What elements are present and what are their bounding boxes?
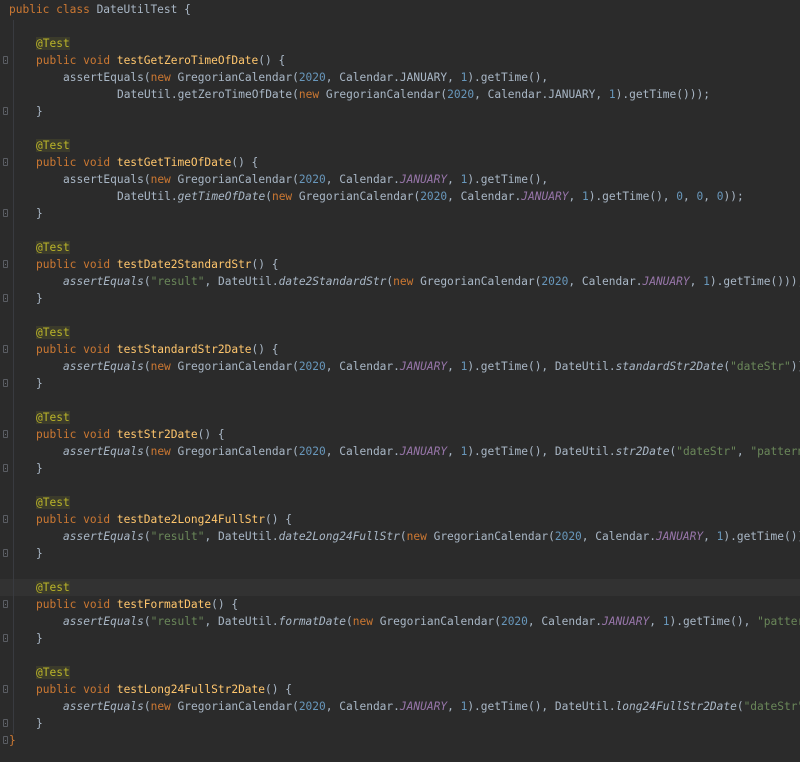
method-name: testFormatDate	[116, 598, 212, 611]
test-annotation: @Test	[36, 37, 70, 50]
method-closing-brace: }	[36, 547, 43, 560]
fold-end-icon[interactable]	[3, 107, 8, 115]
method-signature: public void testStr2Date() {	[36, 428, 225, 441]
class-keyword: public class	[9, 3, 97, 16]
method-modifiers: public void	[36, 343, 117, 356]
test-annotation: @Test	[36, 326, 70, 339]
method-signature: public void testDate2Long24FullStr() {	[36, 513, 292, 526]
fold-end-icon[interactable]	[3, 464, 8, 472]
method-name: testStr2Date	[116, 428, 198, 441]
method-name: testGetTimeOfDate	[116, 156, 232, 169]
annotation-line: @Test	[36, 324, 70, 341]
fold-end-icon[interactable]	[3, 379, 8, 387]
fold-method-icon[interactable]	[3, 685, 8, 693]
method-name: testDate2Long24FullStr	[116, 513, 266, 526]
method-closing-brace: }	[36, 462, 43, 475]
method-signature: public void testGetTimeOfDate() {	[36, 156, 259, 169]
method-name: testGetZeroTimeOfDate	[116, 54, 259, 67]
method-modifiers: public void	[36, 54, 117, 67]
annotation-line: @Test	[36, 664, 70, 681]
method-signature: public void testGetZeroTimeOfDate() {	[36, 54, 286, 67]
test-annotation: @Test	[36, 496, 70, 509]
method-closing-brace: }	[36, 632, 43, 645]
fold-method-icon[interactable]	[3, 345, 8, 353]
method-body-continuation: DateUtil.getTimeOfDate(new GregorianCale…	[117, 190, 744, 203]
indent-guide	[13, 20, 14, 734]
method-name: testStandardStr2Date	[116, 343, 252, 356]
method-modifiers: public void	[36, 513, 117, 526]
method-body-line: assertEquals(new GregorianCalendar(2020,…	[63, 173, 549, 186]
method-modifiers: public void	[36, 156, 117, 169]
annotation-line: @Test	[36, 409, 70, 426]
method-signature: public void testDate2StandardStr() {	[36, 258, 279, 271]
class-name: DateUtilTest	[96, 3, 178, 16]
method-name: testLong24FullStr2Date	[116, 683, 266, 696]
code-editor[interactable]: public class DateUtilTest { @Test public v…	[0, 0, 800, 762]
fold-end-icon[interactable]	[3, 719, 8, 727]
method-body-line: assertEquals(new GregorianCalendar(2020,…	[63, 700, 800, 713]
method-body-continuation: DateUtil.getZeroTimeOfDate(new Gregorian…	[117, 88, 710, 101]
annotation-line: @Test	[36, 494, 70, 511]
method-name: testDate2StandardStr	[116, 258, 252, 271]
test-annotation: @Test	[36, 411, 70, 424]
method-modifiers: public void	[36, 683, 117, 696]
fold-class-end-icon[interactable]	[3, 736, 8, 744]
fold-method-icon[interactable]	[3, 56, 8, 64]
method-body-line: assertEquals(new GregorianCalendar(2020,…	[63, 360, 800, 373]
editor-gutter	[0, 0, 12, 762]
test-annotation: @Test	[36, 241, 70, 254]
method-body-line: assertEquals(new GregorianCalendar(2020,…	[63, 445, 800, 458]
test-annotation: @Test	[36, 581, 70, 594]
method-modifiers: public void	[36, 428, 117, 441]
fold-method-icon[interactable]	[3, 158, 8, 166]
fold-method-icon[interactable]	[3, 260, 8, 268]
method-body-line: assertEquals("result", DateUtil.formatDa…	[63, 615, 800, 628]
method-closing-brace: }	[36, 105, 43, 118]
method-modifiers: public void	[36, 598, 117, 611]
method-body-line: assertEquals("result", DateUtil.date2Lon…	[63, 530, 800, 543]
fold-end-icon[interactable]	[3, 209, 8, 217]
fold-method-icon[interactable]	[3, 430, 8, 438]
fold-end-icon[interactable]	[3, 294, 8, 302]
test-annotation: @Test	[36, 139, 70, 152]
method-closing-brace: }	[36, 207, 43, 220]
method-signature: public void testLong24FullStr2Date() {	[36, 683, 292, 696]
current-line-highlight	[0, 579, 800, 596]
method-modifiers: public void	[36, 258, 117, 271]
method-signature: public void testFormatDate() {	[36, 598, 239, 611]
method-body-line: assertEquals("result", DateUtil.date2Sta…	[63, 275, 800, 288]
method-closing-brace: }	[36, 292, 43, 305]
annotation-line: @Test	[36, 35, 70, 52]
method-body-line: assertEquals(new GregorianCalendar(2020,…	[63, 71, 549, 84]
fold-end-icon[interactable]	[3, 549, 8, 557]
fold-method-icon[interactable]	[3, 600, 8, 608]
class-closing-brace: }	[9, 734, 16, 747]
method-closing-brace: }	[36, 717, 43, 730]
method-signature: public void testStandardStr2Date() {	[36, 343, 279, 356]
method-closing-brace: }	[36, 377, 43, 390]
annotation-line: @Test	[36, 579, 70, 596]
class-closing-line: }	[9, 732, 16, 749]
class-declaration: public class DateUtilTest {	[9, 3, 191, 16]
test-annotation: @Test	[36, 666, 70, 679]
annotation-line: @Test	[36, 137, 70, 154]
annotation-line: @Test	[36, 239, 70, 256]
fold-end-icon[interactable]	[3, 634, 8, 642]
fold-method-icon[interactable]	[3, 515, 8, 523]
